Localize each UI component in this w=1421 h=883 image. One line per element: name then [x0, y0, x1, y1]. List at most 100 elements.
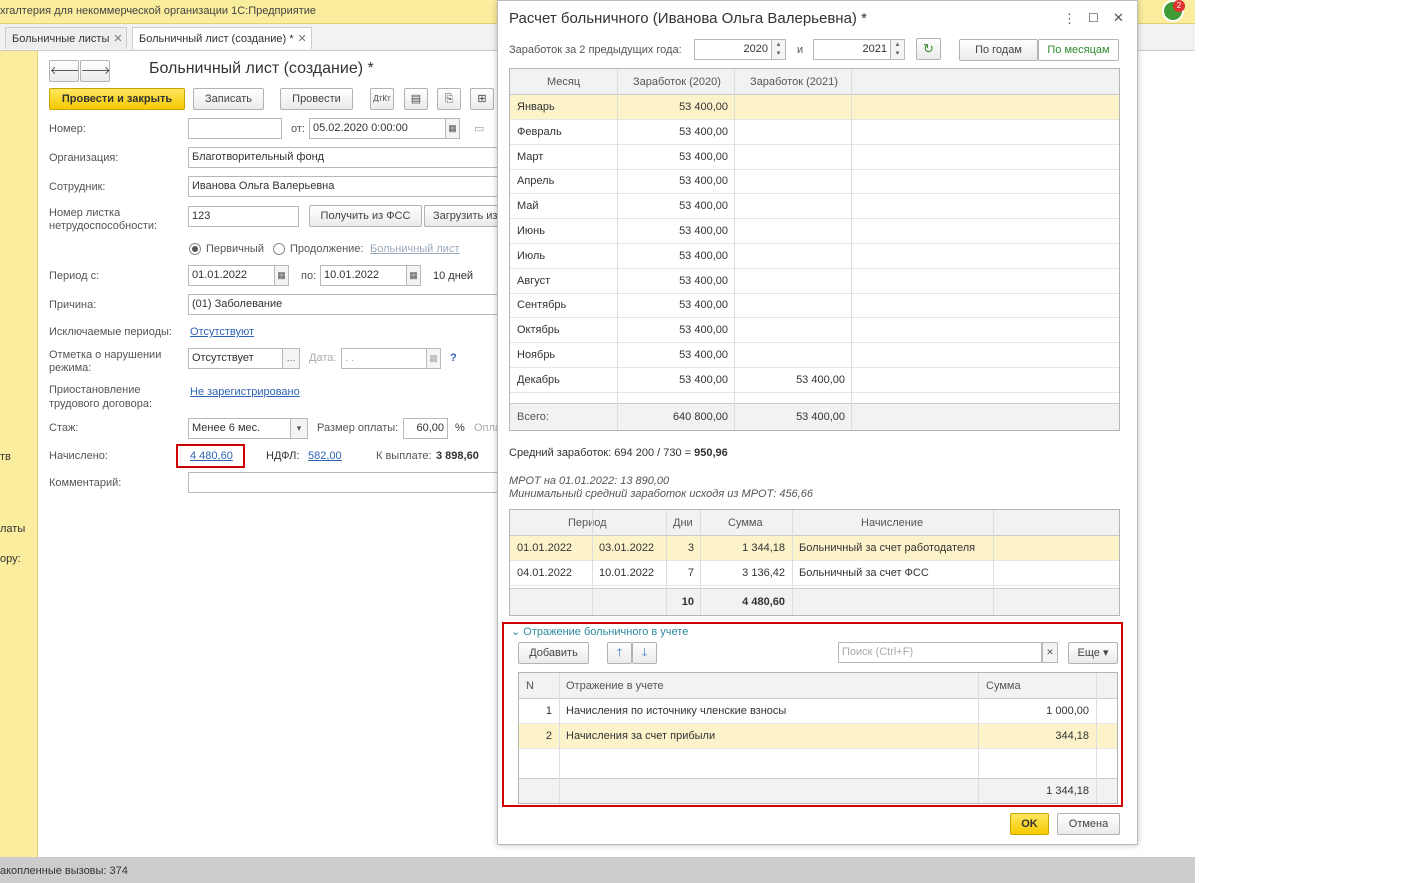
by-years-button[interactable]: По годам	[959, 39, 1038, 61]
left-panel: тв латы ору:	[0, 51, 38, 857]
ndfl-link[interactable]: 582,00	[308, 450, 342, 462]
highlight-frame	[502, 622, 1123, 807]
date-field[interactable]: 05.02.2020 0:00:00	[309, 118, 446, 139]
help-icon[interactable]: ?	[450, 352, 457, 364]
calendar-icon[interactable]: ▦	[446, 118, 460, 139]
violation-label: Отметка о нарушении	[49, 349, 162, 361]
close-icon[interactable]: ✕	[113, 33, 122, 45]
suspension-label: Приостановление	[49, 384, 141, 396]
experience-label: Стаж:	[49, 422, 79, 434]
accruals-table-header: Период Дни Сумма Начисление	[510, 510, 1119, 536]
continuation-link[interactable]: Больничный лист	[370, 243, 459, 255]
table-row[interactable]: Август 53 400,00	[510, 269, 1119, 294]
select-icon[interactable]: …	[283, 348, 300, 369]
year1-field[interactable]: 2020	[694, 39, 772, 60]
refresh-icon[interactable]: ↻	[916, 38, 941, 60]
column-header: Дни	[673, 517, 693, 529]
org-label: Организация:	[49, 152, 119, 164]
tab-sick-list-create[interactable]: Больничный лист (создание) * ✕	[132, 27, 312, 49]
more-icon[interactable]: ⋮	[1063, 11, 1076, 27]
close-icon[interactable]: ✕	[1113, 10, 1124, 26]
document-icon[interactable]: ▭	[474, 122, 484, 135]
period-from-field[interactable]: 01.01.2022	[188, 265, 275, 286]
employee-field[interactable]: Иванова Ольга Валерьевна	[188, 176, 498, 197]
table-row[interactable]: Июль 53 400,00	[510, 244, 1119, 269]
tab-sick-list[interactable]: Больничные листы ✕	[5, 27, 127, 49]
payment-rate-field[interactable]: 60,00	[403, 418, 448, 439]
avg-earnings: Средний заработок: 694 200 / 730 = 950,9…	[509, 447, 728, 459]
days-count: 10 дней	[433, 270, 474, 282]
back-button[interactable]: 🡐	[49, 60, 80, 82]
load-from-button[interactable]: Загрузить из	[424, 205, 504, 227]
structure-icon[interactable]: ⊞	[470, 88, 494, 110]
table-row[interactable]: Февраль 53 400,00	[510, 120, 1119, 145]
get-from-fss-button[interactable]: Получить из ФСС	[309, 205, 422, 227]
cancel-button[interactable]: Отмена	[1057, 813, 1120, 835]
column-header: Месяц	[547, 76, 581, 88]
org-field[interactable]: Благотворительный фонд	[188, 147, 498, 168]
report-icon[interactable]: ▤	[404, 88, 428, 110]
table-row[interactable]: 04.01.2022 10.01.2022 7 3 136,42 Больничный …	[510, 561, 1119, 586]
avg-earnings-value: 950,96	[694, 447, 728, 459]
maximize-icon[interactable]: ☐	[1088, 11, 1099, 25]
by-months-button[interactable]: По месяцам	[1038, 39, 1119, 61]
attach-icon[interactable]: ⎘	[437, 88, 461, 110]
month-cell: Октябрь	[517, 324, 560, 337]
ndfl-label: НДФЛ:	[266, 450, 300, 462]
radio-primary-label: Первичный	[206, 243, 264, 255]
table-row[interactable]: Декабрь 53 400,00 53 400,00	[510, 368, 1119, 393]
table-row[interactable]: 01.01.2022 03.01.2022 3 1 344,18 Больничный …	[510, 536, 1119, 561]
from-label: от:	[291, 123, 305, 135]
ok-button[interactable]: OK	[1010, 813, 1049, 835]
forward-button[interactable]: 🡒	[80, 60, 111, 82]
to-cell: 03.01.2022	[599, 542, 655, 554]
table-row[interactable]: Май 53 400,00	[510, 194, 1119, 220]
table-row[interactable]: Июнь 53 400,00	[510, 219, 1119, 244]
table-row[interactable]: Октябрь 53 400,00	[510, 318, 1119, 344]
earn-2021-cell: 53 400,00	[796, 373, 845, 386]
table-row[interactable]: Январь 53 400,00	[510, 95, 1119, 120]
period-to-field[interactable]: 10.01.2022	[320, 265, 407, 286]
sheet-number-field[interactable]: 123	[188, 206, 299, 227]
write-button[interactable]: Записать	[193, 88, 264, 110]
calendar-icon[interactable]: ▦	[275, 265, 289, 286]
year1-stepper[interactable]: ▴ ▾	[772, 39, 786, 60]
month-cell: Июнь	[517, 225, 545, 237]
year2-stepper[interactable]: ▴ ▾	[891, 39, 905, 60]
left-panel-text: латы	[0, 523, 26, 535]
accruals-total-row: 10 4 480,60	[510, 588, 1119, 615]
comment-label: Комментарий:	[49, 477, 122, 489]
radio-primary[interactable]	[189, 243, 201, 255]
table-row[interactable]: Сентябрь 53 400,00	[510, 293, 1119, 319]
total-2020: 640 800,00	[672, 411, 728, 423]
calendar-icon[interactable]: ▦	[407, 265, 421, 286]
year2-field[interactable]: 2021	[813, 39, 891, 60]
table-row[interactable]: Март 53 400,00	[510, 145, 1119, 170]
chevron-down-icon[interactable]: ▾	[291, 418, 308, 439]
month-cell: Декабрь	[517, 373, 560, 386]
comment-field[interactable]	[188, 472, 498, 493]
earn-2020-cell: 53 400,00	[679, 150, 728, 163]
calendar-icon[interactable]: ▦	[427, 348, 441, 369]
sick-calc-dialog: Расчет больничного (Иванова Ольга Валерь…	[497, 0, 1138, 845]
total-label: Всего:	[517, 411, 549, 423]
earn-2020-cell: 53 400,00	[679, 175, 728, 188]
post-and-close-button[interactable]: Провести и закрыть	[49, 88, 185, 110]
number-field[interactable]	[188, 118, 282, 139]
experience-field[interactable]: Менее 6 мес.	[188, 418, 291, 439]
reason-label: Причина:	[49, 299, 97, 311]
radio-continuation[interactable]	[273, 243, 285, 255]
excluded-periods-link[interactable]: Отсутствуют	[190, 326, 254, 338]
reason-field[interactable]: (01) Заболевание	[188, 294, 498, 315]
employee-label: Сотрудник:	[49, 181, 106, 193]
month-cell: Май	[517, 200, 539, 213]
table-row[interactable]: Ноябрь 53 400,00	[510, 343, 1119, 368]
suspension-link[interactable]: Не зарегистрировано	[190, 386, 300, 398]
and-label: и	[797, 44, 804, 56]
violation-date-field[interactable]: . .	[341, 348, 427, 369]
table-row[interactable]: Апрель 53 400,00	[510, 169, 1119, 195]
close-icon[interactable]: ✕	[298, 33, 307, 45]
dt-kt-icon[interactable]: ДтКт	[370, 88, 394, 110]
post-button[interactable]: Провести	[280, 88, 353, 110]
violation-field[interactable]: Отсутствует	[188, 348, 283, 369]
